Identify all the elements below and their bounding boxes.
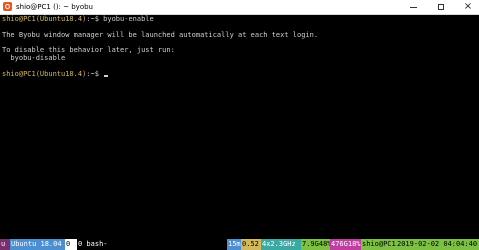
minimize-button[interactable] xyxy=(401,0,425,14)
command-text: byobu-enable xyxy=(103,15,154,23)
prompt-host: shio@PC1(Ubuntu18.4) xyxy=(2,70,87,78)
terminal-window: shio@PC1 (): ~ byobu × shio@PC1(Ubuntu18… xyxy=(0,0,479,250)
terminal-line: byobu-disable xyxy=(2,54,66,62)
ubuntu-logo: u xyxy=(0,239,10,250)
minimize-icon xyxy=(409,6,417,8)
byobu-status-bar: u Ubuntu 18.04 0 0 bash- 15m 0.52 4x2.3G… xyxy=(0,239,479,250)
prompt-host: shio@PC1(Ubuntu18.4) xyxy=(2,15,87,23)
status-cpu: 4x2.3GHz xyxy=(261,239,301,250)
status-load: 0.52 xyxy=(241,239,261,250)
ubuntu-app-icon xyxy=(3,2,12,11)
prompt-path: :~$ xyxy=(86,15,104,23)
window-title: shio@PC1 (): ~ byobu xyxy=(16,3,93,11)
terminal-content[interactable]: shio@PC1(Ubuntu18.4):~$ byobu-enable The… xyxy=(0,15,479,239)
status-mem: 7.9G48% xyxy=(301,239,332,250)
status-os: Ubuntu 18.04 xyxy=(10,239,65,250)
status-window-index[interactable]: 0 xyxy=(65,239,77,250)
status-uptime: 15m xyxy=(227,239,241,250)
status-window-tab[interactable]: 0 bash- xyxy=(77,239,114,250)
terminal-line: To disable this behavior later, just run… xyxy=(2,46,175,54)
close-button[interactable]: × xyxy=(456,0,479,14)
close-icon: × xyxy=(463,1,473,12)
status-datetime: 2019-02-02 04:04:40 xyxy=(396,239,479,250)
terminal-line: The Byobu window manager will be launche… xyxy=(2,31,319,39)
maximize-icon xyxy=(438,4,444,10)
title-bar[interactable]: shio@PC1 (): ~ byobu × xyxy=(0,0,479,15)
terminal-line: shio@PC1(Ubuntu18.4):~$ xyxy=(2,70,109,78)
terminal-line: shio@PC1(Ubuntu18.4):~$ byobu-enable xyxy=(2,15,154,23)
status-disk: 476G18% xyxy=(330,239,361,250)
status-host: shio@PC1 xyxy=(361,239,396,250)
prompt-path: :~$ xyxy=(86,70,104,78)
maximize-button[interactable] xyxy=(429,0,453,14)
text-cursor xyxy=(104,75,109,77)
status-spacer xyxy=(114,239,227,250)
